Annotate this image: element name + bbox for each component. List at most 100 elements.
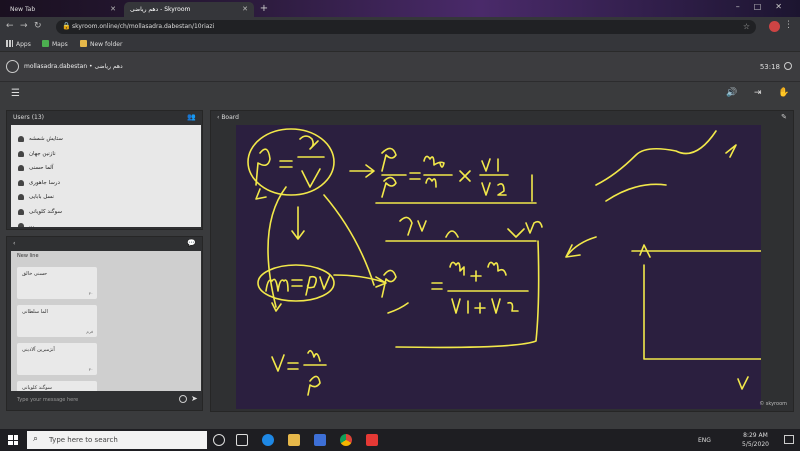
close-tab-icon[interactable]: ✕ — [110, 5, 116, 13]
list-item[interactable]: سوگند کلویانی — [11, 205, 201, 220]
app-icon[interactable] — [366, 434, 378, 446]
file-explorer-icon[interactable] — [288, 434, 300, 446]
store-icon[interactable] — [314, 434, 326, 446]
chat-author: آنژمبرین آلادینی — [22, 347, 55, 353]
profile-avatar[interactable] — [769, 21, 780, 32]
list-item[interactable]: آلما حسنی — [11, 161, 201, 176]
users-panel-title: Users (13) — [13, 114, 45, 121]
raise-hand-icon[interactable]: ✋ — [778, 88, 789, 98]
windows-taskbar: ⌕ Type here to search ENG 8:29 AM 5/5/20… — [0, 429, 800, 451]
chrome-icon[interactable] — [340, 434, 352, 446]
list-item[interactable]: ستایش شمشه — [11, 132, 201, 147]
tab-label: New Tab — [10, 6, 36, 13]
browser-tab-strip: New Tab ✕ دهم ریاضی - Skyroom ✕ + –□✕ — [0, 0, 800, 17]
taskbar-search[interactable]: ⌕ Type here to search — [27, 431, 207, 449]
exit-icon[interactable]: ⇥ — [754, 88, 762, 98]
board-panel: ‹ Board ✎ © skyroom — [210, 110, 794, 412]
chat-panel: ‹ 💬 New line حسنی خالق ۳۰ الما سلطانی فر… — [6, 236, 203, 411]
user-icon — [18, 223, 24, 227]
tab-skyroom[interactable]: دهم ریاضی - Skyroom ✕ — [124, 2, 254, 17]
room-user-name: mollasadra.dabestan • دهم ریاضی — [24, 63, 123, 70]
tab-new-tab[interactable]: New Tab ✕ — [4, 2, 122, 17]
clock-date: 5/5/2020 — [742, 441, 769, 448]
chat-author: حسنی خالق — [22, 271, 48, 277]
clock-icon — [784, 62, 792, 70]
chat-collapse-icon[interactable]: ‹ — [13, 240, 15, 247]
user-icon — [18, 150, 24, 157]
users-group-icon[interactable]: 👥 — [187, 113, 196, 121]
back-arrow-icon[interactable]: ← — [6, 21, 14, 31]
close-tab-icon[interactable]: ✕ — [242, 5, 248, 13]
skyroom-toolbar: ☰ 🔊 ⇥ ✋ — [0, 82, 800, 106]
bookmark-maps[interactable]: Maps — [42, 40, 68, 48]
skyroom-header: mollasadra.dabestan • دهم ریاضی 53:18 — [0, 52, 800, 82]
chat-messages[interactable]: New line حسنی خالق ۳۰ الما سلطانی فرم آن… — [11, 251, 201, 391]
browser-menu-icon[interactable]: ⋮ — [784, 20, 793, 30]
chat-input[interactable]: Type your message here — [13, 395, 173, 405]
send-icon[interactable]: ➤ — [191, 394, 198, 403]
clock-time: 8:29 AM — [743, 432, 768, 439]
list-item[interactable]: نازنین جهان — [11, 147, 201, 162]
chat-text: ۳۰ — [88, 367, 93, 372]
chat-message[interactable]: الما سلطانی فرم — [17, 305, 97, 337]
tab-label: دهم ریاضی - Skyroom — [130, 6, 191, 13]
pen-icon[interactable]: ✎ — [781, 113, 787, 121]
search-icon: ⌕ — [33, 434, 39, 444]
chat-system-line: New line — [17, 253, 39, 259]
board-panel-header: ‹ Board ✎ — [211, 111, 793, 123]
chat-message[interactable]: سوگند کلویانی ۳۰ — [17, 381, 97, 391]
users-list[interactable]: ستایش شمشه نازنین جهان آلما حسنی درسا جا… — [11, 125, 201, 227]
url-text[interactable]: skyroom.online/ch/mollasadra.dabestan/10… — [72, 23, 214, 30]
browser-toolbar: ← → ↻ 🔒 skyroom.online/ch/mollasadra.dab… — [0, 17, 800, 37]
emoji-icon[interactable] — [179, 395, 187, 403]
search-placeholder: Type here to search — [49, 436, 118, 444]
bookmarks-bar: Apps Maps New folder — [0, 37, 800, 52]
chat-author: سوگند کلویانی — [22, 385, 52, 391]
chat-text: فرم — [86, 329, 93, 334]
chat-author: الما سلطانی — [22, 309, 48, 315]
reload-icon[interactable]: ↻ — [34, 21, 42, 31]
whiteboard-canvas[interactable] — [236, 125, 761, 409]
list-item[interactable]: ... — [11, 219, 201, 227]
user-icon — [18, 179, 24, 186]
ink-circle — [247, 128, 335, 196]
chat-message[interactable]: آنژمبرین آلادینی ۳۰ — [17, 343, 97, 375]
users-panel: Users (13) 👥 ستایش شمشه نازنین جهان آلما… — [6, 110, 203, 230]
user-icon — [18, 136, 24, 142]
edge-icon[interactable] — [262, 434, 274, 446]
users-panel-header: Users (13) 👥 — [7, 111, 202, 123]
chat-panel-header: ‹ 💬 — [7, 237, 202, 249]
user-icon — [18, 165, 24, 171]
user-icon — [18, 194, 24, 200]
handwriting-drawing — [247, 128, 761, 396]
forward-arrow-icon[interactable]: → — [20, 21, 28, 31]
skyroom-watermark: © skyroom — [759, 401, 787, 407]
lock-icon: 🔒 — [62, 22, 71, 30]
windows-start-icon[interactable] — [8, 435, 18, 445]
address-bar[interactable]: 🔒 skyroom.online/ch/mollasadra.dabestan/… — [56, 20, 756, 34]
chat-text: ۳۰ — [88, 291, 93, 296]
user-icon — [18, 208, 24, 215]
hamburger-menu-icon[interactable]: ☰ — [11, 88, 20, 99]
board-title: Board — [221, 114, 239, 121]
input-language[interactable]: ENG — [698, 437, 711, 444]
window-controls[interactable]: –□✕ — [736, 2, 796, 11]
list-item[interactable]: نسل بابایی — [11, 190, 201, 205]
chat-message[interactable]: حسنی خالق ۳۰ — [17, 267, 97, 299]
list-item[interactable]: درسا جاهوری — [11, 176, 201, 191]
notification-icon[interactable] — [784, 435, 794, 444]
cortana-icon[interactable] — [213, 434, 225, 446]
folder-icon — [80, 40, 87, 47]
list-item[interactable] — [11, 125, 201, 132]
bookmark-new-folder[interactable]: New folder — [80, 40, 122, 48]
speaker-icon[interactable]: 🔊 — [726, 88, 737, 98]
chat-bubble-icon[interactable]: 💬 — [187, 239, 196, 247]
maps-icon — [42, 40, 49, 47]
user-avatar-icon[interactable] — [6, 60, 19, 73]
bookmark-star-icon[interactable]: ☆ — [743, 22, 750, 31]
bookmark-apps[interactable]: Apps — [6, 40, 31, 48]
system-clock[interactable]: 8:29 AM 5/5/2020 — [742, 431, 769, 449]
session-clock: 53:18 — [759, 63, 780, 71]
new-tab-plus-icon[interactable]: + — [258, 3, 270, 15]
task-view-icon[interactable] — [236, 434, 248, 446]
